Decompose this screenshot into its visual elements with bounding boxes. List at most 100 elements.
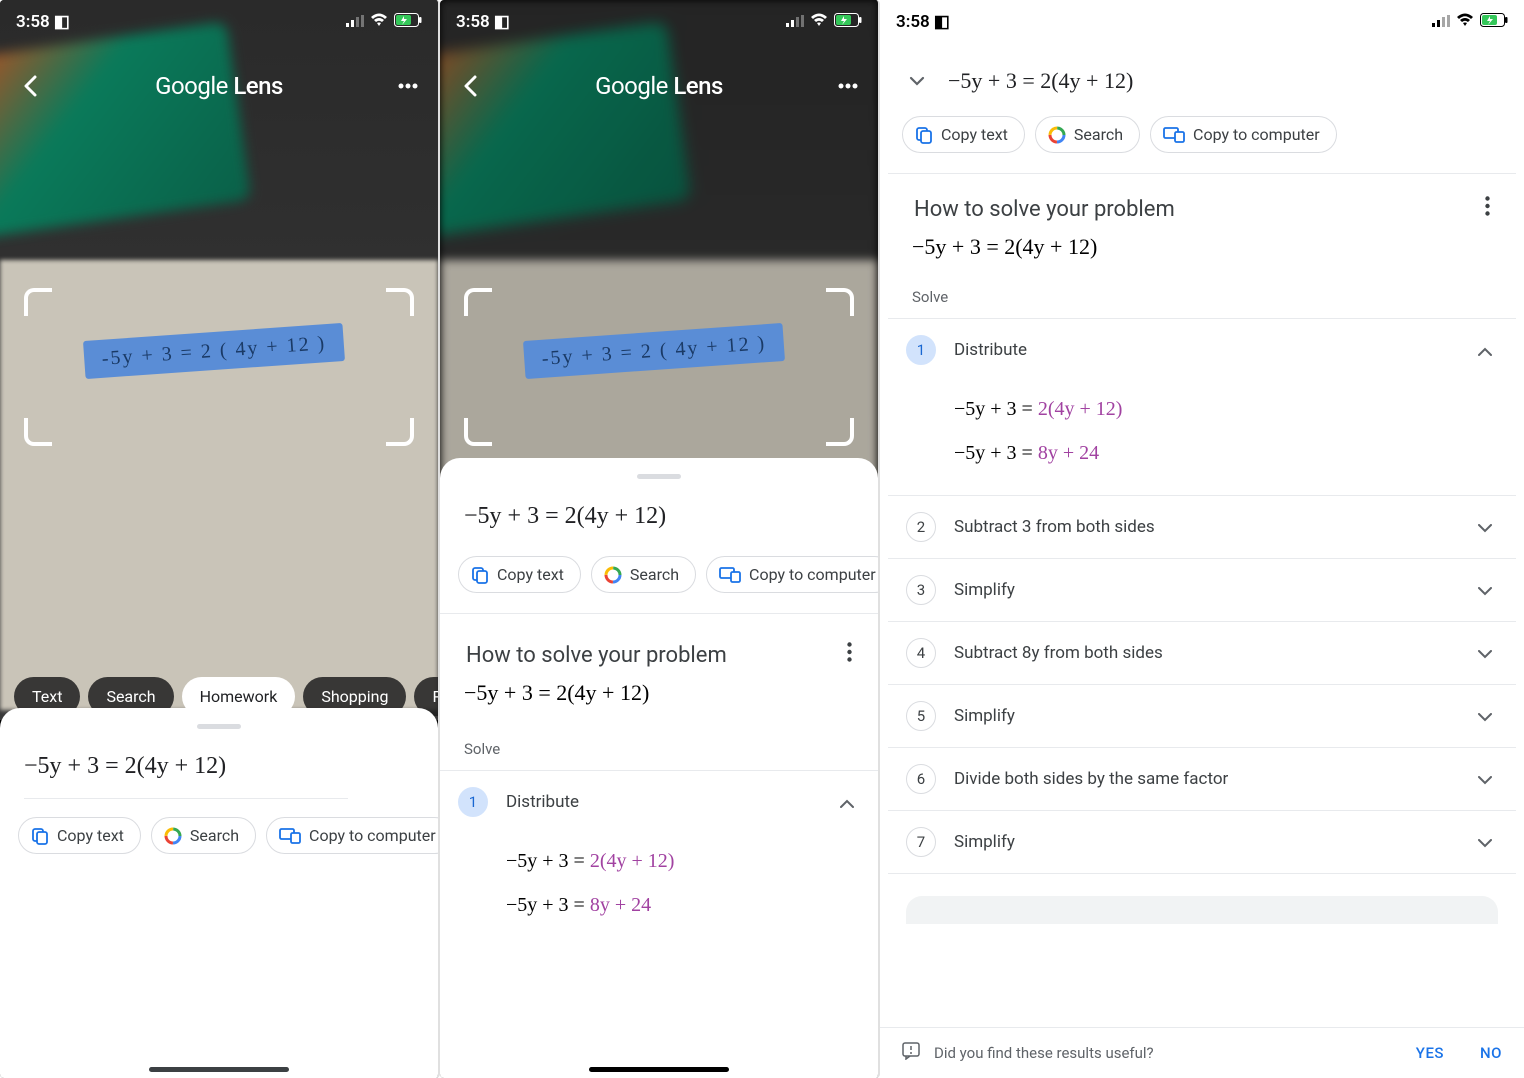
chip-label: Copy to computer (749, 565, 876, 584)
feedback-bar: Did you find these results useful? YES N… (880, 1027, 1524, 1078)
chevron-down-icon (1478, 644, 1492, 663)
app-title: Google Lens (155, 72, 283, 100)
app-title-prefix: Google (155, 72, 228, 100)
status-bar: 3:58 ◧ (880, 0, 1524, 44)
step-number: 7 (906, 827, 936, 857)
action-chips: Copy text Search Copy to computer (440, 548, 878, 613)
lens-header: Google Lens (0, 44, 438, 100)
signal-icon (1432, 12, 1450, 32)
sheet-drag-handle[interactable] (197, 724, 241, 729)
home-indicator[interactable] (149, 1067, 289, 1072)
google-icon (604, 566, 622, 584)
action-chips: Copy text Search Copy to computer (888, 108, 1516, 173)
result-sheet[interactable]: −5y + 3 = 2(4y + 12) Copy text Search Co… (0, 708, 438, 1078)
solve-more-button[interactable] (847, 642, 852, 668)
back-button[interactable] (16, 72, 44, 100)
chevron-down-icon (1478, 581, 1492, 600)
crop-corner-tr[interactable] (386, 288, 414, 316)
feedback-yes-button[interactable]: YES (1416, 1044, 1444, 1062)
next-card-peek (906, 896, 1498, 924)
crop-corner-tl[interactable] (464, 288, 492, 316)
step-row-1[interactable]: 1 Distribute (888, 318, 1516, 381)
crop-corner-br[interactable] (386, 418, 414, 446)
result-sheet[interactable]: −5y + 3 = 2(4y + 12) Copy text Search Co… (440, 458, 878, 1078)
step-label: Distribute (506, 792, 822, 812)
solve-more-button[interactable] (1485, 196, 1490, 222)
solve-equation: −5y + 3 = 2(4y + 12) (440, 680, 878, 734)
copy-computer-chip[interactable]: Copy to computer (1150, 116, 1337, 153)
step-row-2[interactable]: 2 Subtract 3 from both sides (888, 495, 1516, 558)
copy-text-chip[interactable]: Copy text (18, 817, 141, 854)
step-row-6[interactable]: 6 Divide both sides by the same factor (888, 747, 1516, 810)
copy-computer-chip[interactable]: Copy to computer (706, 556, 878, 593)
solve-title: How to solve your problem (466, 643, 727, 668)
back-button[interactable] (456, 72, 484, 100)
status-indicator-icon: ◧ (54, 12, 70, 32)
crop-region[interactable]: -5y + 3 = 2 ( 4y + 12 ) (24, 288, 414, 446)
step-line-pre: −5y + 3 = (506, 850, 590, 872)
crop-corner-bl[interactable] (464, 418, 492, 446)
copy-computer-chip[interactable]: Copy to computer (266, 817, 438, 854)
step-body-1: −5y + 3 = 2(4y + 12) −5y + 3 = 8y + 24 (440, 833, 878, 947)
copy-text-chip[interactable]: Copy text (458, 556, 581, 593)
google-icon (164, 827, 182, 845)
copy-icon (31, 827, 49, 845)
screenshot-3: 3:58 ◧ −5y + 3 = 2(4y + 12) Copy text Se… (880, 0, 1524, 1078)
chevron-down-icon (1478, 770, 1492, 789)
step-line-pre: −5y + 3 = (506, 894, 590, 916)
chip-label: Copy to computer (1193, 125, 1320, 144)
solve-subheader: Solve (440, 734, 878, 770)
devices-icon (1163, 127, 1185, 143)
chip-label: Search (630, 565, 679, 584)
lens-header: Google Lens (440, 44, 878, 100)
status-indicator-icon: ◧ (494, 12, 510, 32)
crop-corner-tl[interactable] (24, 288, 52, 316)
step-label: Simplify (954, 832, 1460, 852)
step-row-5[interactable]: 5 Simplify (888, 684, 1516, 747)
wifi-icon (370, 12, 388, 32)
step-line-pre: −5y + 3 = (954, 398, 1038, 420)
crop-region[interactable]: -5y + 3 = 2 ( 4y + 12 ) (464, 288, 854, 446)
step-number: 1 (906, 335, 936, 365)
crop-corner-tr[interactable] (826, 288, 854, 316)
sheet-drag-handle[interactable] (637, 474, 681, 479)
feedback-no-button[interactable]: NO (1480, 1044, 1502, 1062)
chip-label: Copy text (497, 565, 564, 584)
battery-icon (394, 12, 422, 32)
battery-icon (1480, 12, 1508, 32)
solve-title: How to solve your problem (914, 197, 1175, 222)
step-body-1: −5y + 3 = 2(4y + 12) −5y + 3 = 8y + 24 (888, 381, 1516, 495)
recognized-equation: −5y + 3 = 2(4y + 12) (0, 743, 438, 798)
devices-icon (719, 567, 741, 583)
status-time: 3:58 (16, 12, 50, 32)
google-icon (1048, 126, 1066, 144)
status-time: 3:58 (456, 12, 490, 32)
app-title: Google Lens (595, 72, 723, 100)
copy-icon (471, 566, 489, 584)
more-button[interactable] (394, 72, 422, 100)
collapse-button[interactable] (904, 68, 930, 94)
search-chip[interactable]: Search (1035, 116, 1140, 153)
step-line-pre: −5y + 3 = (954, 442, 1038, 464)
detected-text-highlight[interactable]: -5y + 3 = 2 ( 4y + 12 ) (83, 323, 345, 379)
step-label: Simplify (954, 580, 1460, 600)
home-indicator[interactable] (589, 1067, 729, 1072)
copy-text-chip[interactable]: Copy text (902, 116, 1025, 153)
solve-equation: −5y + 3 = 2(4y + 12) (888, 234, 1516, 282)
step-row-3[interactable]: 3 Simplify (888, 558, 1516, 621)
recognized-equation: −5y + 3 = 2(4y + 12) (440, 493, 878, 548)
step-row-4[interactable]: 4 Subtract 8y from both sides (888, 621, 1516, 684)
search-chip[interactable]: Search (151, 817, 256, 854)
detected-text-highlight[interactable]: -5y + 3 = 2 ( 4y + 12 ) (523, 323, 785, 379)
more-button[interactable] (834, 72, 862, 100)
step-row-7[interactable]: 7 Simplify (888, 810, 1516, 874)
wifi-icon (810, 12, 828, 32)
chip-label: Search (190, 826, 239, 845)
crop-corner-br[interactable] (826, 418, 854, 446)
app-title-suffix: Lens (233, 72, 283, 100)
signal-icon (786, 12, 804, 32)
step-row-1[interactable]: 1 Distribute (440, 770, 878, 833)
step-number: 3 (906, 575, 936, 605)
search-chip[interactable]: Search (591, 556, 696, 593)
crop-corner-bl[interactable] (24, 418, 52, 446)
